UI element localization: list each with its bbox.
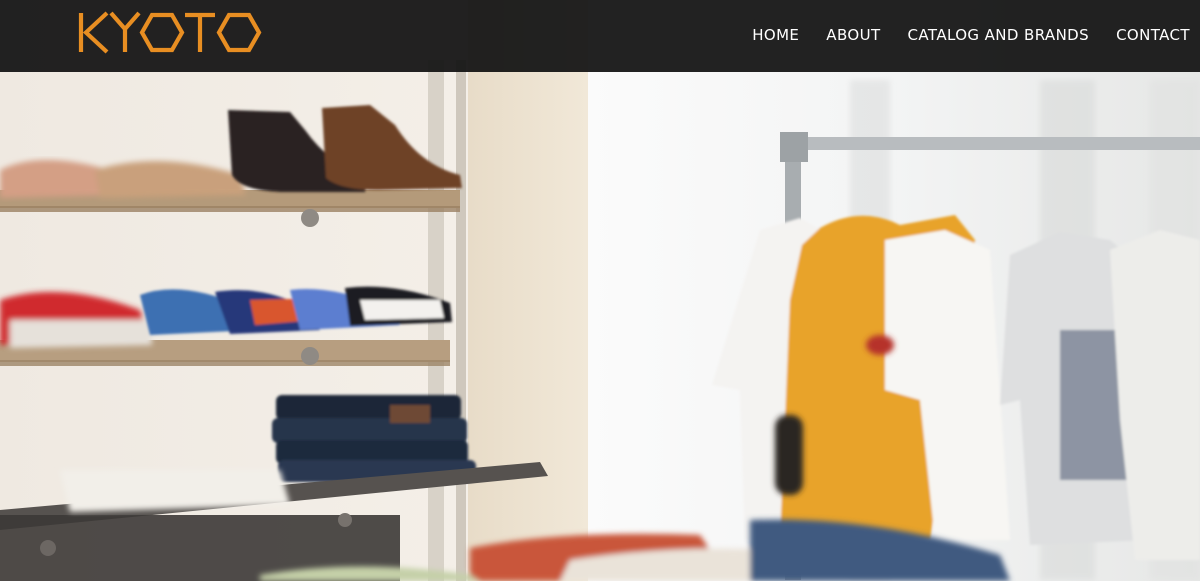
nav-item-catalog: CATALOG AND BRANDS [908, 26, 1090, 45]
top-navbar: KYOTO HOME ABOUT CATALOG AND BRANDS CONT… [0, 0, 1200, 72]
nav-item-home: HOME [752, 26, 799, 45]
nav-link-catalog-and-brands[interactable]: CATALOG AND BRANDS [908, 26, 1090, 44]
hero-store-image [0, 0, 1200, 581]
nav-menu: HOME ABOUT CATALOG AND BRANDS CONTACT [752, 26, 1190, 45]
kyoto-logotype-icon [78, 11, 262, 54]
kyoto-logo[interactable]: KYOTO [78, 8, 268, 58]
nav-link-contact[interactable]: CONTACT [1116, 26, 1190, 44]
nav-item-contact: CONTACT [1116, 26, 1190, 45]
nav-link-about[interactable]: ABOUT [826, 26, 880, 44]
nav-item-about: ABOUT [826, 26, 880, 45]
nav-link-home[interactable]: HOME [752, 26, 799, 44]
